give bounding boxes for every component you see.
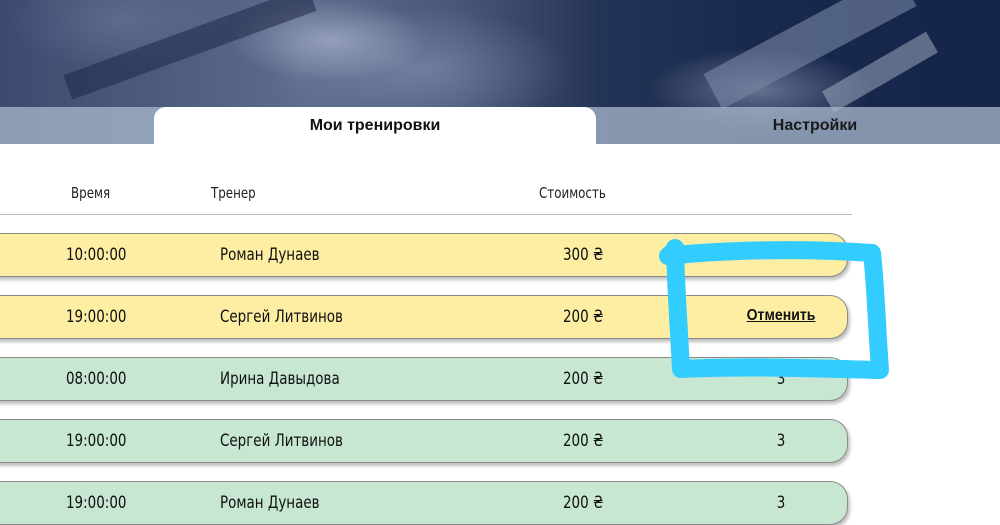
row-price: 200 ₴ <box>563 369 604 389</box>
row-rating: 3 <box>776 431 786 451</box>
table-row: 19:00:00 Роман Дунаев 200 ₴ 3 <box>0 481 848 525</box>
row-trainer: Сергей Литвинов <box>220 307 343 327</box>
row-price: 200 ₴ <box>563 493 604 513</box>
row-trainer: Роман Дунаев <box>220 245 320 265</box>
row-time: 19:00:00 <box>66 307 127 327</box>
table-row: 19:00:00 Сергей Литвинов 200 ₴ Отменить <box>0 295 848 339</box>
column-header-time: Время <box>71 184 111 202</box>
row-time: 10:00:00 <box>66 245 127 265</box>
table-row: 19:00:00 Сергей Литвинов 200 ₴ 3 <box>0 419 848 463</box>
table-row: 10:00:00 Роман Дунаев 300 ₴ <box>0 233 848 277</box>
column-header-price: Стоимость <box>539 184 606 202</box>
row-trainer: Ирина Давыдова <box>220 369 340 389</box>
tab-my-workouts[interactable]: Мои тренировки <box>154 107 596 144</box>
table-header: Время Тренер Стоимость <box>0 180 852 215</box>
row-price: 300 ₴ <box>563 245 604 265</box>
column-header-trainer: Тренер <box>211 184 256 202</box>
tab-settings[interactable]: Настройки <box>690 107 940 144</box>
table-row: 08:00:00 Ирина Давыдова 200 ₴ 3 <box>0 357 848 401</box>
cancel-button[interactable]: Отменить <box>737 307 825 325</box>
row-trainer: Роман Дунаев <box>220 493 320 513</box>
row-price: 200 ₴ <box>563 307 604 327</box>
row-time: 19:00:00 <box>66 431 127 451</box>
row-time: 19:00:00 <box>66 493 127 513</box>
row-rating: 3 <box>776 369 786 389</box>
row-trainer: Сергей Литвинов <box>220 431 343 451</box>
row-rating: 3 <box>776 493 786 513</box>
row-price: 200 ₴ <box>563 431 604 451</box>
row-time: 08:00:00 <box>66 369 127 389</box>
